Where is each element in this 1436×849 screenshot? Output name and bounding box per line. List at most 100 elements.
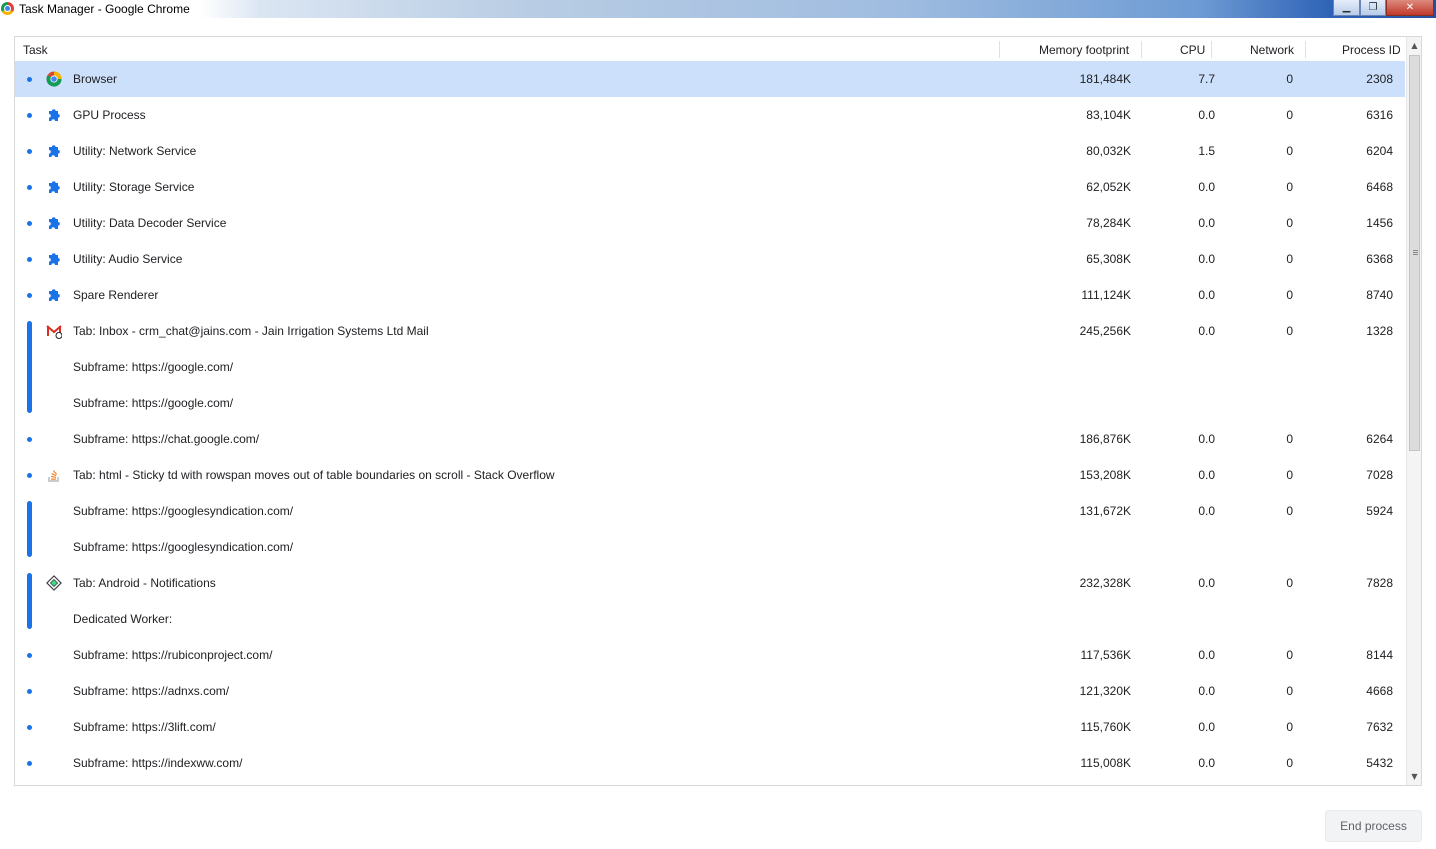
process-id-value: 6316 xyxy=(1366,108,1393,122)
process-dot-icon xyxy=(27,437,32,442)
memory-value: 62,052K xyxy=(1086,180,1131,194)
window-title: Task Manager - Google Chrome xyxy=(19,2,190,16)
task-name: Subframe: https://3lift.com/ xyxy=(73,720,216,734)
task-name: GPU Process xyxy=(73,108,146,122)
process-dot-icon xyxy=(27,77,32,82)
task-name: Subframe: https://adnxs.com/ xyxy=(73,684,230,698)
process-dot-icon xyxy=(27,113,32,118)
process-dot-icon xyxy=(27,149,32,154)
puzzle-icon xyxy=(46,143,62,159)
process-id-value: 1328 xyxy=(1366,324,1393,338)
column-header-memory[interactable]: Memory footprint xyxy=(1039,43,1129,57)
task-name: Subframe: https://googlesyndication.com/ xyxy=(73,504,294,518)
table-row[interactable]: Tab: Android - Notifications 232,328K 0.0 0… xyxy=(15,565,1405,601)
table-row[interactable]: Tab: Inbox - crm_chat@jains.com - Jain I… xyxy=(15,313,1405,349)
column-header-cpu[interactable]: CPU xyxy=(1180,43,1205,57)
table-row[interactable]: GPU Process 83,104K 0.0 0 6316 xyxy=(15,97,1405,133)
process-dot-icon xyxy=(27,185,32,190)
memory-value: 115,760K xyxy=(1080,720,1132,734)
table-row[interactable]: Subframe: https://google.com/ xyxy=(15,349,1405,385)
cpu-value: 0.0 xyxy=(1198,468,1215,482)
task-name: Tab: Android - Notifications xyxy=(73,576,216,590)
minimize-button[interactable]: ▁ xyxy=(1333,0,1360,16)
table-row[interactable]: Utility: Audio Service 65,308K 0.0 0 6368 xyxy=(15,241,1405,277)
task-name: Utility: Storage Service xyxy=(73,180,195,194)
column-divider[interactable] xyxy=(1305,41,1306,58)
table-row[interactable]: Utility: Network Service 80,032K 1.5 0 6204 xyxy=(15,133,1405,169)
memory-value: 153,208K xyxy=(1079,468,1131,482)
table-row[interactable]: Utility: Data Decoder Service 78,284K 0.0 0… xyxy=(15,205,1405,241)
puzzle-icon xyxy=(46,287,62,303)
memory-value: 111,124K xyxy=(1081,288,1131,302)
process-id-value: 2308 xyxy=(1366,72,1393,86)
process-id-value: 4668 xyxy=(1366,684,1393,698)
column-divider[interactable] xyxy=(1211,41,1212,58)
task-name: Tab: Inbox - crm_chat@jains.com - Jain I… xyxy=(73,324,429,338)
cpu-value: 0.0 xyxy=(1198,288,1215,302)
network-value: 0 xyxy=(1286,504,1293,518)
table-row[interactable]: Subframe: https://google.com/ xyxy=(15,385,1405,421)
process-id-value: 7028 xyxy=(1366,468,1393,482)
title-bar: Task Manager - Google Chrome ▁ ❐ ✕ xyxy=(0,0,1436,18)
cpu-value: 0.0 xyxy=(1198,216,1215,230)
vertical-scrollbar[interactable]: ▲ ▼ xyxy=(1406,37,1421,785)
task-name: Subframe: https://google.com/ xyxy=(73,396,234,410)
network-value: 0 xyxy=(1286,216,1293,230)
column-divider[interactable] xyxy=(1141,41,1142,58)
close-button[interactable]: ✕ xyxy=(1386,0,1434,16)
process-dot-icon xyxy=(27,689,32,694)
memory-value: 232,328K xyxy=(1079,576,1131,590)
process-dot-icon xyxy=(27,293,32,298)
end-process-button[interactable]: End process xyxy=(1325,810,1422,842)
table-row[interactable]: Subframe: https://adnxs.com/121,320K 0.0 0… xyxy=(15,673,1405,709)
chrome-icon xyxy=(46,71,62,87)
table-row[interactable]: Subframe: https://googlesyndication.com/… xyxy=(15,493,1405,529)
task-name: Subframe: https://rubiconproject.com/ xyxy=(73,648,273,662)
puzzle-icon xyxy=(46,251,62,267)
cpu-value: 0.0 xyxy=(1198,324,1215,338)
android-notifications-icon xyxy=(46,575,62,591)
scroll-thumb[interactable] xyxy=(1409,55,1420,451)
network-value: 0 xyxy=(1286,684,1293,698)
cpu-value: 7.7 xyxy=(1198,72,1215,86)
network-value: 0 xyxy=(1286,288,1293,302)
network-value: 0 xyxy=(1286,252,1293,266)
network-value: 0 xyxy=(1286,144,1293,158)
memory-value: 80,032K xyxy=(1086,144,1131,158)
table-row[interactable]: Utility: Storage Service 62,052K 0.0 0 6468 xyxy=(15,169,1405,205)
memory-value: 78,284K xyxy=(1086,216,1131,230)
scroll-up-arrow-icon[interactable]: ▲ xyxy=(1407,39,1421,53)
table-row[interactable]: Subframe: https://chat.google.com/186,87… xyxy=(15,421,1405,457)
network-value: 0 xyxy=(1286,180,1293,194)
column-divider[interactable] xyxy=(999,41,1000,58)
table-row[interactable]: Subframe: https://indexww.com/115,008K 0.… xyxy=(15,745,1405,781)
chrome-icon xyxy=(1,2,14,15)
maximize-button[interactable]: ❐ xyxy=(1360,0,1386,16)
column-header-network[interactable]: Network xyxy=(1250,43,1294,57)
scroll-down-arrow-icon[interactable]: ▼ xyxy=(1407,770,1421,784)
task-name: Subframe: https://indexww.com/ xyxy=(73,756,243,770)
network-value: 0 xyxy=(1286,432,1293,446)
table-row[interactable]: Dedicated Worker: xyxy=(15,601,1405,637)
task-name: Subframe: https://googlesyndication.com/ xyxy=(73,540,294,554)
process-dot-icon xyxy=(27,653,32,658)
process-dot-icon xyxy=(27,257,32,262)
network-value: 0 xyxy=(1286,756,1293,770)
task-name: Utility: Audio Service xyxy=(73,252,183,266)
column-header-pid[interactable]: Process ID xyxy=(1342,43,1401,57)
task-name: Spare Renderer xyxy=(73,288,159,302)
table-header: Task Memory footprint CPU Network Proces… xyxy=(15,37,1405,61)
table-row[interactable]: Tab: html - Sticky td with rowspan moves… xyxy=(15,457,1405,493)
cpu-value: 0.0 xyxy=(1198,432,1215,446)
memory-value: 65,308K xyxy=(1086,252,1131,266)
table-row[interactable]: Subframe: https://googlesyndication.com/ xyxy=(15,529,1405,565)
table-row[interactable]: Subframe: https://rubiconproject.com/117… xyxy=(15,637,1405,673)
memory-value: 181,484K xyxy=(1079,72,1131,86)
table-row[interactable]: Subframe: https://3lift.com/115,760K 0.0 0… xyxy=(15,709,1405,745)
column-header-task[interactable]: Task xyxy=(23,43,48,57)
process-dot-icon xyxy=(27,473,32,478)
table-row[interactable]: Browser 181,484K 7.7 0 2308 xyxy=(15,61,1405,97)
table-row[interactable]: Spare Renderer 111,124K 0.0 0 8740 xyxy=(15,277,1405,313)
memory-value: 186,876K xyxy=(1079,432,1131,446)
task-name: Tab: html - Sticky td with rowspan moves… xyxy=(73,468,555,482)
